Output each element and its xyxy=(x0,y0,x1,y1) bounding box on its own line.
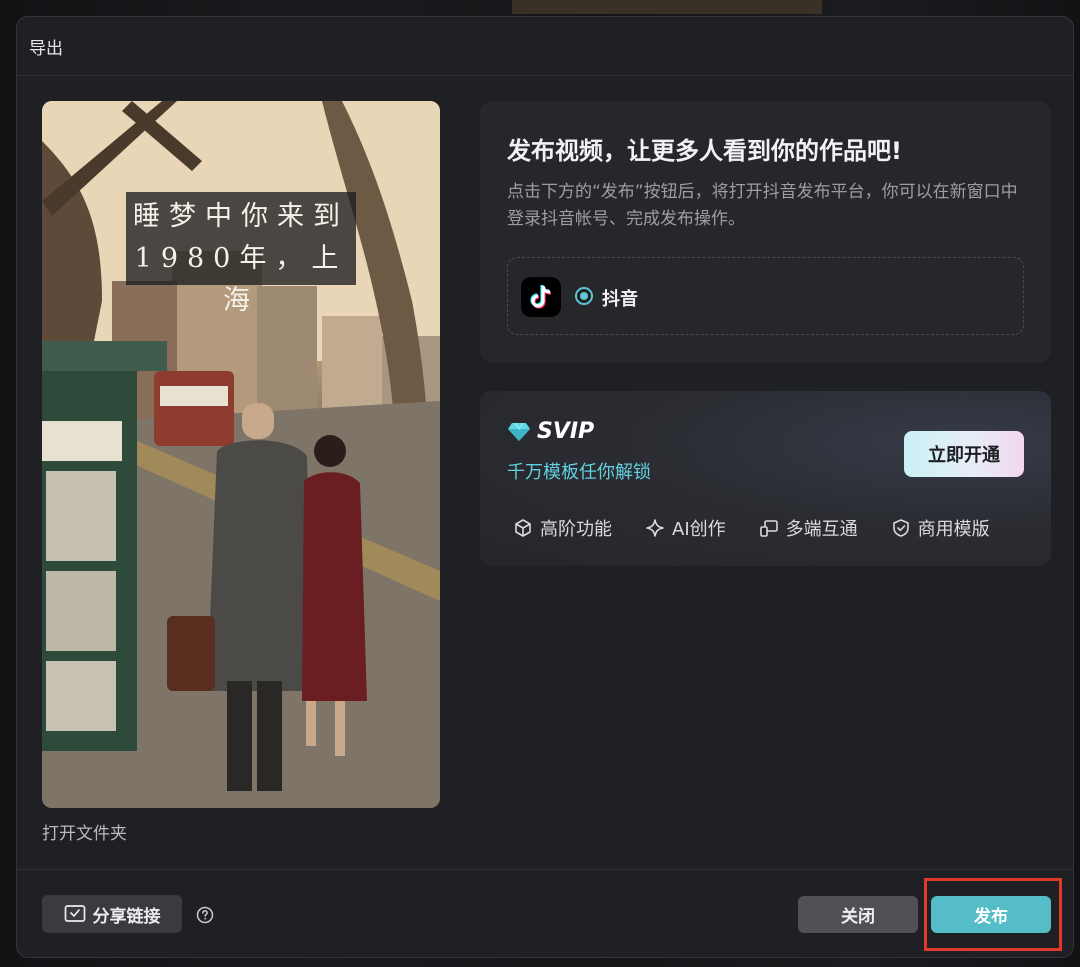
feature-label: 多端互通 xyxy=(785,519,858,540)
caption-line-2: 1980年，上海 xyxy=(134,243,348,316)
share-icon xyxy=(64,905,85,922)
publish-description: 点击下方的“发布”按钮后，将打开抖音发布平台，你可以在新窗口中登录抖音帐号、完成… xyxy=(507,182,1018,229)
sparkle-icon xyxy=(646,519,664,537)
feature-multi-device: 多端互通 xyxy=(759,515,858,541)
dialog-title: 导出 xyxy=(29,39,63,59)
multi-device-icon xyxy=(759,520,778,537)
feature-label: 高阶功能 xyxy=(540,519,612,540)
publish-button[interactable]: 发布 xyxy=(931,896,1051,933)
close-button[interactable]: 关闭 xyxy=(798,896,918,933)
export-dialog: 导出 睡梦中你来到 1980年，上海 打开文件夹 发布视频，让更多人看到你的作品… xyxy=(16,16,1074,958)
dialog-title-bar: 导出 xyxy=(17,17,1073,76)
feature-label: AI创作 xyxy=(672,519,726,540)
question-circle-icon[interactable] xyxy=(196,906,214,924)
platform-label: 抖音 xyxy=(602,289,638,310)
cube-icon xyxy=(515,519,531,537)
activate-svip-button[interactable]: 立即开通 xyxy=(904,431,1024,477)
feature-advanced: 高阶功能 xyxy=(513,515,612,541)
caption-line-1: 睡梦中你来到 xyxy=(133,201,349,232)
svip-title-text: SVIP xyxy=(537,419,595,444)
video-preview: 睡梦中你来到 1980年，上海 xyxy=(42,101,440,808)
shield-check-icon xyxy=(892,519,909,537)
background-thumbnail xyxy=(512,0,822,14)
svip-subtitle: 千万模板任你解锁 xyxy=(507,462,651,483)
svip-features: 高阶功能 AI创作 多端互通 商用模版 xyxy=(513,515,1033,541)
share-link-label: 分享链接 xyxy=(92,906,161,926)
tiktok-icon xyxy=(521,277,561,317)
preview-caption: 睡梦中你来到 1980年，上海 xyxy=(126,192,356,316)
svip-title: SVIP xyxy=(507,419,594,444)
share-link-button[interactable]: 分享链接 xyxy=(42,895,182,933)
footer-divider xyxy=(17,869,1073,870)
feature-commercial: 商用模版 xyxy=(891,515,990,541)
feature-ai: AI创作 xyxy=(645,515,726,541)
platform-option-douyin[interactable]: 抖音 xyxy=(507,257,1024,335)
feature-label: 商用模版 xyxy=(917,519,990,540)
platform-radio[interactable] xyxy=(575,287,593,305)
open-folder-link[interactable]: 打开文件夹 xyxy=(42,819,127,844)
svip-promo-card: SVIP 千万模板任你解锁 立即开通 高阶功能 AI创作 多端互通 商用模版 xyxy=(480,391,1051,566)
publish-card: 发布视频，让更多人看到你的作品吧! 点击下方的“发布”按钮后，将打开抖音发布平台… xyxy=(480,101,1051,363)
diamond-icon xyxy=(508,422,530,441)
publish-headline: 发布视频，让更多人看到你的作品吧! xyxy=(507,137,902,165)
